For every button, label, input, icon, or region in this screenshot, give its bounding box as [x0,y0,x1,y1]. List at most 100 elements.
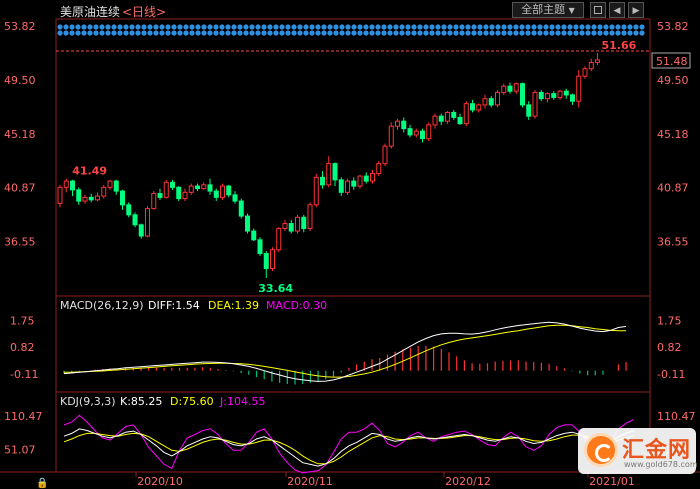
candle-body [251,230,257,241]
band-dot [567,24,573,30]
band-dot [279,24,285,30]
candle-body [507,85,513,92]
band-dot [225,30,231,36]
band-dot [639,30,645,36]
price-tick-right: 53.82 [657,20,689,33]
macd-tick-right: 0.82 [657,341,682,354]
candle-body [88,196,94,201]
annotation-peak: 51.66 [602,39,637,52]
band-dot [519,24,525,30]
candle-body [232,194,238,202]
band-dot [369,30,375,36]
band-dot [159,30,165,36]
band-dot [303,30,309,36]
candle-body [370,173,375,182]
band-dot [279,30,285,36]
band-dot [255,24,261,30]
band-dot [591,24,597,30]
band-dot [129,24,135,30]
band-dot [57,24,63,30]
band-dot [183,30,189,36]
band-dot [609,30,615,36]
band-dot [405,30,411,36]
band-dot [459,30,465,36]
band-dot [249,24,255,30]
candle-body [595,59,600,63]
band-dot [75,24,81,30]
candle-body [538,91,544,100]
band-dot [273,24,279,30]
candle-body [320,176,325,186]
candlestick-chart[interactable]: 53.82 49.50 45.18 40.87 36.55 53.82 49.50 45.1… [0,0,700,489]
band-dot [381,30,387,36]
band-dot [537,24,543,30]
band-dot [621,24,627,30]
band-dot [321,24,327,30]
band-dot [465,30,471,36]
band-dot [513,24,519,30]
candle-body [451,111,457,118]
band-dot [627,30,633,36]
band-dot [609,24,615,30]
band-dot [237,30,243,36]
price-tick-right: 40.87 [657,182,689,195]
lock-icon[interactable]: 🔒 [36,477,48,489]
band-dot [447,24,453,30]
time-tick: 2020/10 [137,475,183,488]
band-dot [633,24,639,30]
band-dot [501,30,507,36]
candle-body [288,223,294,232]
candle-body [520,83,525,106]
band-dot [525,24,531,30]
band-dot [333,30,339,36]
band-dot [399,30,405,36]
candle-body [238,200,244,217]
band-dot [489,24,495,30]
candle-body [76,189,82,202]
macd-tick-left: 0.82 [10,341,35,354]
band-dot [495,24,501,30]
band-dot [387,24,393,30]
price-tick-left: 49.50 [4,74,36,87]
candle-body [63,180,69,188]
band-dot [141,24,147,30]
band-dot [297,24,303,30]
band-dot [315,30,321,36]
band-dot [615,24,621,30]
band-dot [417,30,423,36]
kdj-tick-left: 110.47 [4,410,43,423]
candle-body [432,115,438,126]
band-dot [375,30,381,36]
band-dot [519,30,525,36]
kdj-d-label: D:75.60 [170,395,214,408]
candle-body [163,181,169,198]
band-dot [309,30,315,36]
candle-body [220,185,225,198]
candle-body [545,93,550,100]
band-dot [57,30,63,36]
macd-diff-line [63,321,627,382]
macd-value-label: MACD:0.30 [266,299,327,312]
watermark-url: www.gold678.com [624,460,698,469]
candle-body [513,83,519,92]
band-dot [333,24,339,30]
band-dot [507,30,513,36]
band-dot [429,24,435,30]
candle-body [101,186,107,197]
band-dot [573,30,579,36]
band-dot [219,24,225,30]
candle-body [132,214,138,226]
candle-body [570,94,575,102]
band-dot [549,24,555,30]
event-marker-band [57,24,645,36]
band-dot [549,30,555,36]
candle-body [382,145,388,165]
band-dot [81,24,87,30]
band-dot [435,30,441,36]
candle-body [95,195,100,201]
band-dot [105,30,111,36]
band-dot [135,30,141,36]
band-dot [393,30,399,36]
band-dot [207,24,213,30]
macd-title: MACD(26,12,9) [60,299,144,312]
